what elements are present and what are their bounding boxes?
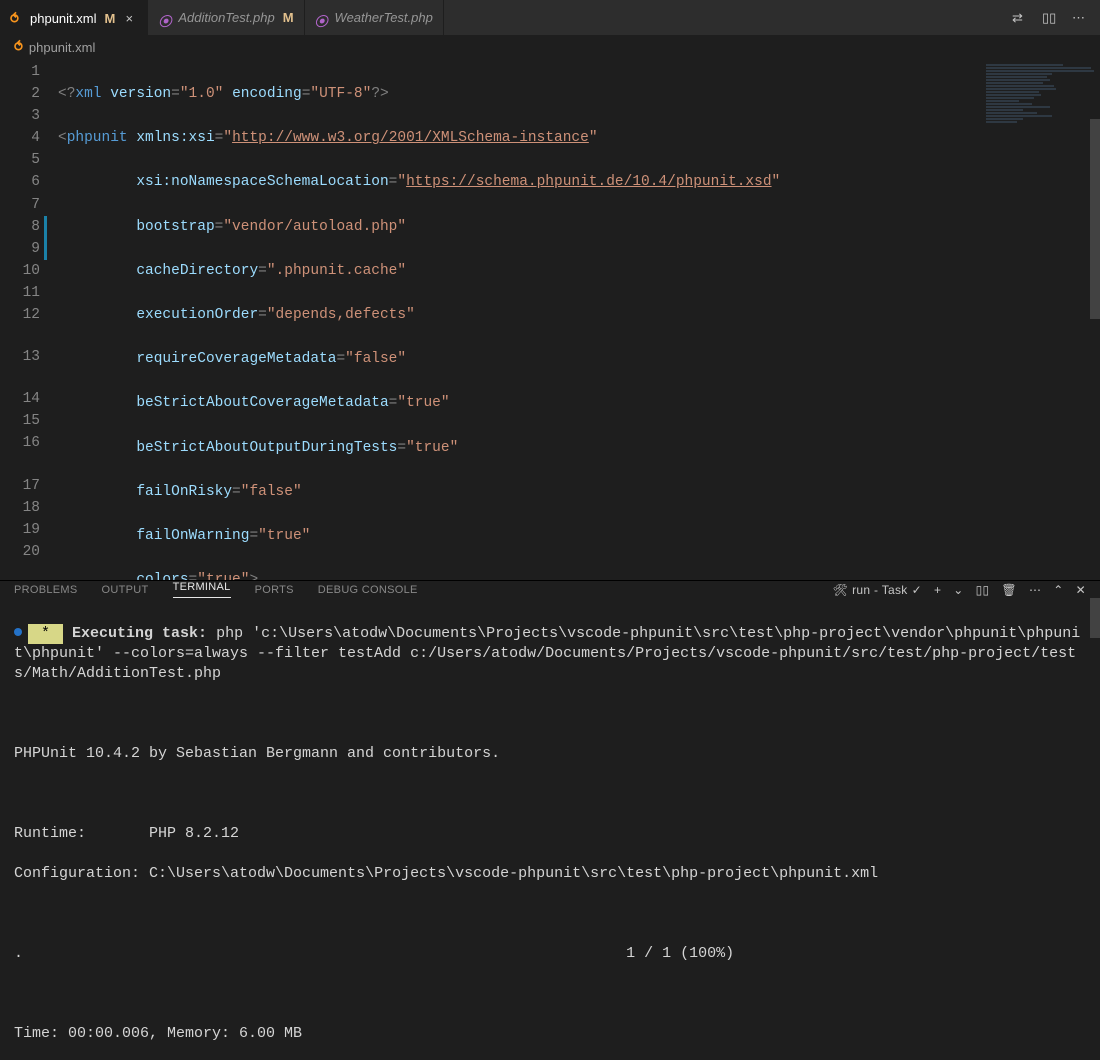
- panel: PROBLEMS OUTPUT TERMINAL PORTS DEBUG CON…: [0, 580, 1100, 1060]
- terminal-scrollbar[interactable]: [1090, 598, 1100, 638]
- panel-tab-ports[interactable]: PORTS: [255, 584, 294, 596]
- task-selector[interactable]: 🛠run - Task ✓: [833, 583, 922, 597]
- panel-tabbar: PROBLEMS OUTPUT TERMINAL PORTS DEBUG CON…: [0, 581, 1100, 598]
- panel-tab-output[interactable]: OUTPUT: [102, 584, 149, 596]
- close-icon[interactable]: ×: [121, 11, 137, 26]
- tab-weather-test[interactable]: ⦿ WeatherTest.php: [305, 0, 444, 35]
- editor-tabbar: ⥀ phpunit.xml M × ⦿ AdditionTest.php M ⦿…: [0, 0, 1100, 35]
- modified-indicator: M: [104, 11, 115, 26]
- rss-icon: ⥀: [10, 11, 24, 25]
- check-icon: ✓: [912, 583, 922, 597]
- maximize-panel-icon[interactable]: ⌃: [1053, 583, 1063, 597]
- tab-label: AdditionTest.php: [178, 10, 274, 25]
- tab-label: phpunit.xml: [30, 11, 96, 26]
- panel-tab-problems[interactable]: PROBLEMS: [14, 584, 78, 596]
- kill-terminal-icon[interactable]: 🗑: [1001, 583, 1017, 597]
- rss-icon: ⥀: [14, 39, 23, 55]
- tab-phpunit-xml[interactable]: ⥀ phpunit.xml M ×: [0, 0, 148, 35]
- more-icon[interactable]: ⋯: [1072, 10, 1088, 26]
- tab-label: WeatherTest.php: [335, 10, 433, 25]
- task-running-indicator: [14, 628, 22, 636]
- tab-actions: ⇄ ▯▯ ⋯: [1000, 10, 1100, 26]
- breadcrumb-file: phpunit.xml: [29, 40, 95, 55]
- split-terminal-icon[interactable]: ▯▯: [976, 583, 990, 597]
- more-icon[interactable]: ⋯: [1029, 583, 1041, 597]
- editor[interactable]: 1 2 3 4 5 6 7 8 9 10 11 12 13 14 15 16 1…: [0, 59, 1100, 580]
- compare-changes-icon[interactable]: ⇄: [1012, 10, 1028, 26]
- php-icon: ⦿: [315, 11, 329, 25]
- breadcrumb[interactable]: ⥀ phpunit.xml: [0, 35, 1100, 59]
- close-panel-icon[interactable]: ✕: [1076, 583, 1086, 597]
- line-gutter: 1 2 3 4 5 6 7 8 9 10 11 12 13 14 15 16 1…: [0, 59, 58, 580]
- wrench-icon: 🛠: [833, 583, 849, 597]
- terminal[interactable]: * Executing task: php 'c:\Users\atodw\Do…: [0, 598, 1100, 1060]
- new-terminal-button[interactable]: +: [934, 583, 941, 597]
- code-area[interactable]: <?xml version="1.0" encoding="UTF-8"?> <…: [58, 59, 1100, 580]
- split-editor-icon[interactable]: ▯▯: [1042, 10, 1058, 26]
- modified-indicator: M: [283, 10, 294, 25]
- tab-addition-test[interactable]: ⦿ AdditionTest.php M: [148, 0, 304, 35]
- panel-tab-debug-console[interactable]: DEBUG CONSOLE: [318, 584, 418, 596]
- php-icon: ⦿: [158, 11, 172, 25]
- task-badge: *: [28, 624, 63, 644]
- editor-scrollbar[interactable]: [1090, 59, 1100, 580]
- terminal-profile-dropdown[interactable]: ⌄: [953, 583, 963, 597]
- panel-tab-terminal[interactable]: TERMINAL: [173, 581, 231, 598]
